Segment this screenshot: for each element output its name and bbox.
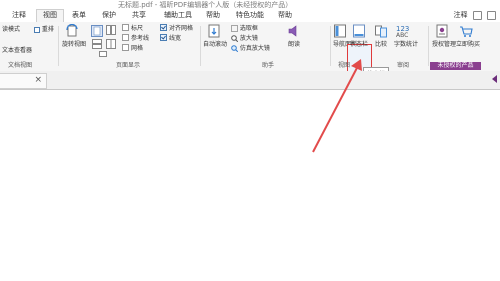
separator bbox=[330, 26, 331, 66]
reflow-button[interactable]: 重排 bbox=[34, 26, 54, 33]
checkbox-icon bbox=[122, 34, 129, 41]
notes-label: 注释 bbox=[453, 11, 468, 19]
auto-scroll-icon bbox=[208, 24, 220, 38]
checkbox-icon bbox=[122, 44, 129, 51]
close-tab-icon[interactable]: × bbox=[34, 75, 42, 85]
marquee-button[interactable]: 选取框 bbox=[231, 25, 258, 32]
ribbon-tab-bar: 注释 视图 表单 保护 共享 辅助工具 帮助 特色功能 帮助 注释 bbox=[0, 9, 500, 23]
read-mode-button[interactable]: 读模式 bbox=[2, 26, 20, 33]
continuous-icon[interactable] bbox=[92, 39, 102, 49]
word-count-icon: 123 ABC bbox=[396, 25, 409, 38]
rotate-view-icon bbox=[66, 24, 78, 37]
tab-help-2[interactable]: 帮助 bbox=[272, 10, 298, 21]
nav-panels-button[interactable]: 导航面板 bbox=[333, 24, 357, 48]
loupe-button[interactable]: 仿真放大镜 bbox=[231, 45, 270, 53]
cart-icon bbox=[460, 26, 473, 37]
svg-text:ABC: ABC bbox=[396, 32, 408, 38]
compare-button[interactable]: 比较 bbox=[373, 24, 389, 48]
tab-view[interactable]: 视图 bbox=[36, 9, 64, 23]
window-icon[interactable] bbox=[472, 10, 482, 20]
rotate-view-button[interactable]: 旋转视图 bbox=[62, 24, 86, 48]
group-label-page-display: 页面显示 bbox=[116, 62, 141, 69]
compare-icon bbox=[375, 25, 387, 38]
line-weight-checkbox[interactable]: 线宽 bbox=[160, 34, 181, 42]
loupe-icon bbox=[231, 45, 239, 53]
group-label-assist: 助手 bbox=[262, 62, 275, 69]
ruler-checkbox[interactable]: 标尺 bbox=[122, 24, 143, 32]
tab-features[interactable]: 特色功能 bbox=[232, 10, 268, 21]
tab-share[interactable]: 共享 bbox=[126, 10, 152, 21]
speaker-icon bbox=[288, 25, 297, 37]
document-tab-bar: × bbox=[0, 71, 500, 90]
document-canvas[interactable] bbox=[0, 90, 500, 281]
group-label-doc-view: 文档视图 bbox=[8, 62, 33, 69]
tab-protect[interactable]: 保护 bbox=[96, 10, 122, 21]
single-page-icon[interactable] bbox=[91, 25, 103, 37]
minimize-ribbon-icon[interactable] bbox=[487, 10, 496, 20]
status-bar-icon bbox=[353, 24, 365, 38]
notes-area[interactable]: 注释 bbox=[454, 10, 496, 21]
facing-page-icon[interactable] bbox=[106, 25, 116, 35]
tab-comment[interactable]: 注释 bbox=[6, 10, 32, 21]
reflow-icon bbox=[34, 26, 40, 33]
separator bbox=[200, 26, 201, 66]
tab-form[interactable]: 表单 bbox=[66, 10, 92, 21]
ribbon-panel: 读模式 重排 文本查看器 文档视图 旋转视图 标尺 参考线 网格 对齐网格 线宽… bbox=[0, 22, 500, 88]
grid-checkbox[interactable]: 网格 bbox=[122, 44, 143, 52]
status-bar-button[interactable]: 状态栏 bbox=[350, 24, 368, 48]
magnifier-button[interactable]: 放大镜 bbox=[231, 35, 258, 43]
text-viewer-button[interactable]: 文本查看器 bbox=[2, 47, 32, 54]
split-icon[interactable] bbox=[106, 39, 116, 49]
license-icon bbox=[436, 24, 448, 38]
document-tab[interactable]: × bbox=[0, 73, 47, 89]
checkbox-checked-icon bbox=[160, 34, 167, 41]
tab-scroll-arrow-icon[interactable] bbox=[492, 75, 497, 83]
nav-panels-icon bbox=[334, 24, 346, 38]
page-options-icon[interactable] bbox=[99, 51, 107, 57]
group-label-view: 视图 bbox=[338, 62, 351, 69]
checkbox-icon bbox=[122, 24, 129, 31]
checkbox-checked-icon bbox=[160, 24, 167, 31]
group-label-review: 审阅 bbox=[397, 62, 410, 69]
tab-help[interactable]: 帮助 bbox=[200, 10, 226, 21]
auto-scroll-button[interactable]: 自动滚动 bbox=[203, 24, 227, 48]
read-aloud-button[interactable]: 朗读 bbox=[284, 24, 304, 48]
license-manage-button[interactable]: 授权管理 bbox=[432, 24, 456, 48]
guides-checkbox[interactable]: 参考线 bbox=[122, 34, 149, 42]
separator bbox=[58, 26, 59, 66]
buy-now-button[interactable]: 立即购买 bbox=[456, 24, 480, 48]
separator bbox=[428, 26, 429, 66]
marquee-icon bbox=[231, 25, 238, 32]
snap-grid-checkbox[interactable]: 对齐网格 bbox=[160, 24, 193, 32]
word-count-button[interactable]: 123 ABC 字数统计 bbox=[394, 24, 418, 48]
unlicensed-banner: 未授权的产品 bbox=[430, 62, 481, 70]
magnifier-icon bbox=[231, 35, 239, 43]
tab-accessibility[interactable]: 辅助工具 bbox=[160, 10, 196, 21]
